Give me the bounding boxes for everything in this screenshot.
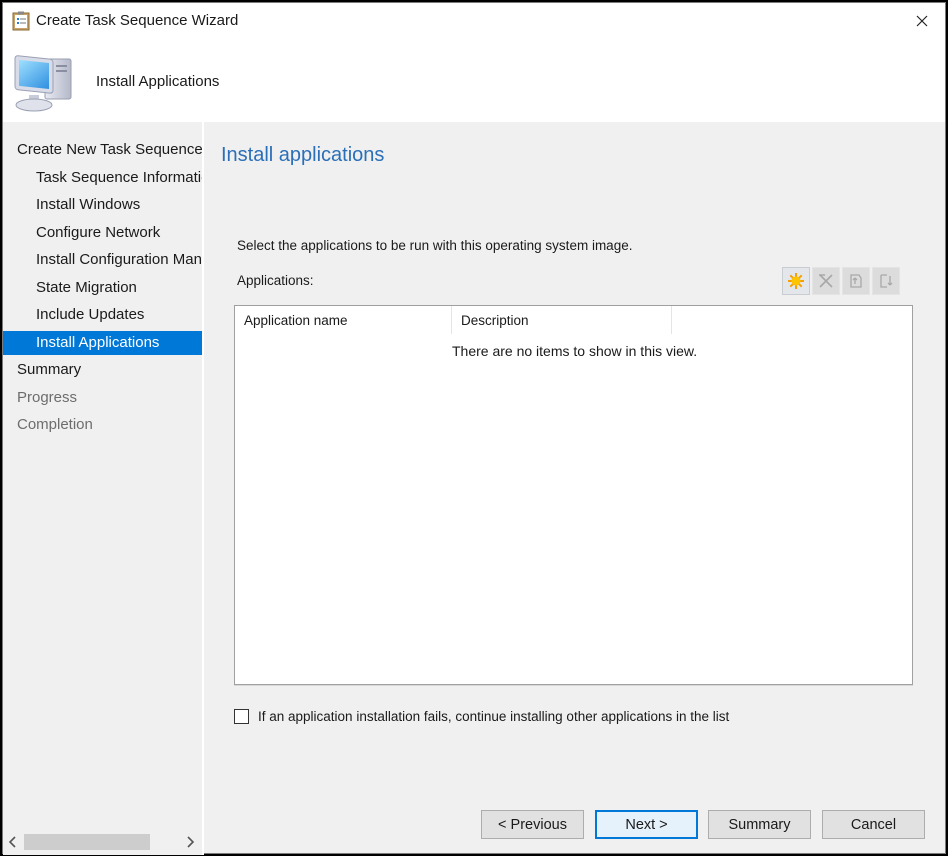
wizard-header: Install Applications	[3, 39, 945, 122]
sidebar-item-summary[interactable]: Summary	[3, 358, 202, 382]
sidebar-item-create-new-task-sequence[interactable]: Create New Task Sequence	[3, 138, 202, 162]
sidebar-item-include-updates[interactable]: Include Updates	[3, 303, 202, 327]
sidebar-item-task-sequence-information[interactable]: Task Sequence Information	[3, 166, 202, 190]
sidebar-item-install-applications[interactable]: Install Applications	[3, 331, 202, 355]
new-application-button[interactable]	[782, 267, 810, 295]
sidebar-item-install-configuration-manager[interactable]: Install Configuration Manager	[3, 248, 202, 272]
chevron-left-icon[interactable]	[7, 834, 19, 850]
applications-label: Applications:	[237, 273, 314, 288]
move-down-icon	[880, 274, 893, 288]
close-icon	[916, 15, 928, 27]
column-separator[interactable]	[451, 306, 452, 334]
new-icon	[788, 273, 804, 289]
scrollbar-thumb[interactable]	[24, 834, 150, 850]
sidebar-item-progress: Progress	[17, 389, 78, 406]
previous-button[interactable]: < Previous	[481, 810, 584, 839]
column-header-description[interactable]: Description	[461, 313, 529, 328]
column-separator[interactable]	[671, 306, 672, 334]
wizard-clipboard-icon	[12, 11, 30, 31]
delete-application-button[interactable]	[812, 267, 840, 295]
applications-toolbar	[782, 267, 900, 295]
wizard-steps-sidebar: Create New Task Sequence Task Sequence In…	[3, 122, 202, 855]
empty-list-message: There are no items to show in this view.	[452, 343, 698, 359]
window-title: Create Task Sequence Wizard	[36, 12, 239, 29]
instructions-text: Select the applications to be run with t…	[237, 238, 633, 253]
wizard-content: Install applications Select the applicat…	[204, 122, 945, 853]
move-down-button[interactable]	[872, 267, 900, 295]
sidebar-item-install-windows[interactable]: Install Windows	[3, 193, 202, 217]
sidebar-item-state-migration[interactable]: State Migration	[3, 276, 202, 300]
list-header: Application name Description	[235, 306, 912, 334]
cancel-button[interactable]: Cancel	[822, 810, 925, 839]
page-title: Install applications	[221, 144, 385, 166]
continue-on-failure-option[interactable]: If an application installation fails, co…	[234, 707, 729, 725]
wizard-window: Create Task Sequence Wizard Install Appl…	[2, 2, 946, 855]
next-button[interactable]: Next >	[595, 810, 698, 839]
move-up-icon	[850, 274, 862, 288]
chevron-right-icon[interactable]	[184, 834, 196, 850]
title-bar: Create Task Sequence Wizard	[3, 3, 945, 39]
close-button[interactable]	[899, 3, 945, 39]
continue-on-failure-checkbox[interactable]	[234, 708, 249, 724]
delete-icon	[819, 274, 833, 288]
computer-icon	[14, 55, 72, 112]
sidebar-item-completion: Completion	[17, 416, 93, 433]
sidebar-item-configure-network[interactable]: Configure Network	[3, 221, 202, 245]
applications-list[interactable]: Application name Description There are n…	[234, 305, 913, 685]
continue-on-failure-label[interactable]: If an application installation fails, co…	[258, 709, 729, 724]
move-up-button[interactable]	[842, 267, 870, 295]
sidebar-horizontal-scrollbar[interactable]	[3, 832, 202, 852]
header-title: Install Applications	[96, 73, 220, 90]
summary-button[interactable]: Summary	[708, 810, 811, 839]
column-header-application-name[interactable]: Application name	[244, 313, 348, 328]
